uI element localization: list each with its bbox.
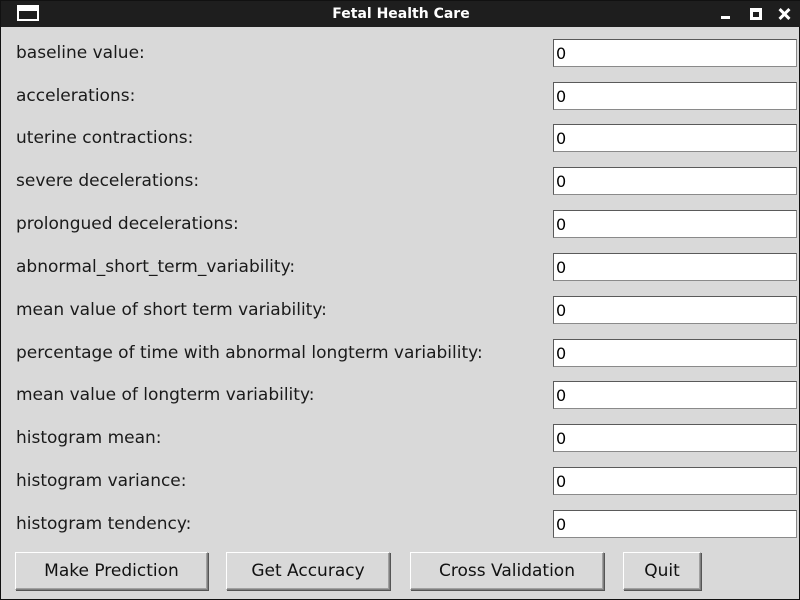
severe-decelerations-label: severe decelerations: [16,171,200,191]
baseline-value-field[interactable] [553,39,797,67]
form-row-histogram-tendency: histogram tendency: [1,510,800,540]
form-row-uterine-contractions: uterine contractions: [1,124,800,154]
form-row-prolongued-decelerations: prolongued decelerations: [1,210,800,240]
mean-short-term-variability-label: mean value of short term variability: [16,300,327,320]
uterine-contractions-label: uterine contractions: [16,128,194,148]
window-menu-icon[interactable] [17,5,39,21]
mean-longterm-variability-label: mean value of longterm variability: [16,385,315,405]
abnormal-longterm-percentage-label: percentage of time with abnormal longter… [16,343,483,363]
histogram-tendency-field[interactable] [553,510,797,538]
title-bar[interactable]: Fetal Health Care [1,1,800,27]
accelerations-label: accelerations: [16,86,136,106]
button-bar: Make Prediction Get Accuracy Cross Valid… [1,552,800,592]
form-row-mean-short-term-variability: mean value of short term variability: [1,296,800,326]
histogram-mean-field[interactable] [553,424,797,452]
form-row-accelerations: accelerations: [1,82,800,112]
histogram-mean-label: histogram mean: [16,428,162,448]
form-row-abnormal-short-term-variability: abnormal_short_term_variability: [1,253,800,283]
close-icon[interactable] [775,5,793,23]
histogram-tendency-label: histogram tendency: [16,514,192,534]
form-row-histogram-variance: histogram variance: [1,467,800,497]
abnormal-short-term-variability-label: abnormal_short_term_variability: [16,257,296,277]
app-window: Fetal Health Care baseline value: accele… [0,0,800,600]
form-row-mean-longterm-variability: mean value of longterm variability: [1,381,800,411]
abnormal-longterm-percentage-field[interactable] [553,339,797,367]
cross-validation-button[interactable]: Cross Validation [410,552,604,590]
baseline-value-label: baseline value: [16,43,145,63]
maximize-icon[interactable] [747,5,765,23]
prolongued-decelerations-label: prolongued decelerations: [16,214,239,234]
quit-button[interactable]: Quit [623,552,701,590]
histogram-variance-label: histogram variance: [16,471,187,491]
prolongued-decelerations-field[interactable] [553,210,797,238]
form-row-baseline-value: baseline value: [1,39,800,69]
abnormal-short-term-variability-field[interactable] [553,253,797,281]
form-row-abnormal-longterm-percentage: percentage of time with abnormal longter… [1,339,800,369]
histogram-variance-field[interactable] [553,467,797,495]
minimize-icon[interactable] [717,5,735,23]
uterine-contractions-field[interactable] [553,124,797,152]
severe-decelerations-field[interactable] [553,167,797,195]
mean-short-term-variability-field[interactable] [553,296,797,324]
form-row-histogram-mean: histogram mean: [1,424,800,454]
mean-longterm-variability-field[interactable] [553,381,797,409]
accelerations-field[interactable] [553,82,797,110]
form-row-severe-decelerations: severe decelerations: [1,167,800,197]
get-accuracy-button[interactable]: Get Accuracy [226,552,390,590]
make-prediction-button[interactable]: Make Prediction [15,552,208,590]
window-title: Fetal Health Care [332,6,470,22]
